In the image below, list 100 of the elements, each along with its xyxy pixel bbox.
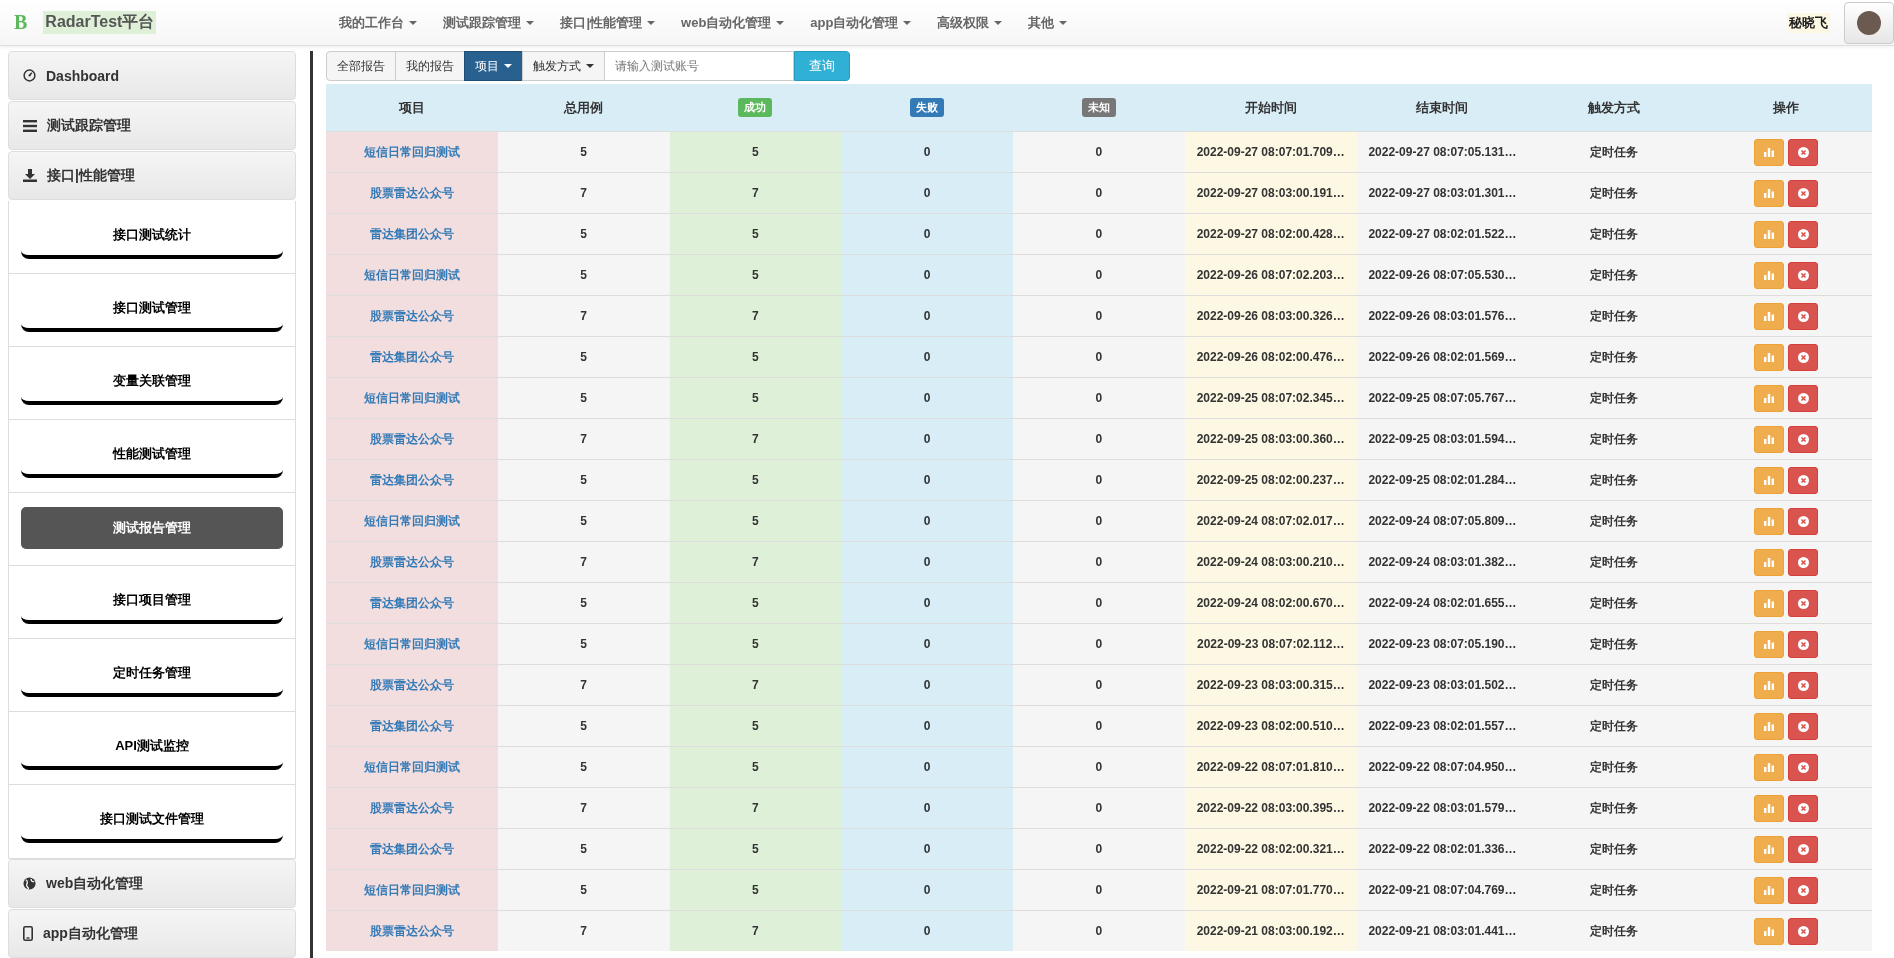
bar-chart-icon bbox=[1764, 885, 1775, 895]
table-cell: 7 bbox=[497, 910, 670, 951]
table-cell: 5 bbox=[669, 746, 842, 788]
table-cell: 5 bbox=[497, 869, 670, 911]
delete-button[interactable] bbox=[1788, 220, 1819, 248]
nav-menu-item[interactable]: app自动化管理 bbox=[797, 13, 925, 32]
table-cell: 0 bbox=[841, 869, 1014, 911]
avatar-button[interactable] bbox=[1844, 1, 1894, 44]
delete-button[interactable] bbox=[1788, 343, 1819, 371]
delete-button[interactable] bbox=[1788, 507, 1819, 535]
delete-button[interactable] bbox=[1788, 753, 1819, 781]
filter-dropdown[interactable]: 触发方式 bbox=[522, 51, 605, 81]
delete-button[interactable] bbox=[1788, 589, 1819, 617]
close-icon bbox=[1797, 597, 1809, 609]
project-link[interactable]: 雷达集团公众号 bbox=[369, 841, 454, 856]
table-cell: 7 bbox=[497, 541, 670, 583]
nav-menu-item[interactable]: web自动化管理 bbox=[668, 13, 798, 32]
sidebar-link[interactable]: 接口项目管理 bbox=[21, 580, 283, 624]
project-link[interactable]: 股票雷达公众号 bbox=[369, 308, 454, 323]
delete-button[interactable] bbox=[1788, 425, 1819, 453]
table-cell: 7 bbox=[669, 172, 842, 214]
delete-button[interactable] bbox=[1788, 179, 1819, 207]
delete-button[interactable] bbox=[1788, 466, 1819, 494]
table-cell: 5 bbox=[497, 623, 670, 665]
filter-dropdown[interactable]: 项目 bbox=[464, 51, 523, 81]
close-icon bbox=[1797, 392, 1809, 404]
table-cell: 0 bbox=[1013, 131, 1185, 173]
project-link[interactable]: 股票雷达公众号 bbox=[369, 431, 454, 446]
close-icon bbox=[1797, 187, 1809, 199]
table-cell: 2022-09-22 08:02:01.336… bbox=[1356, 828, 1529, 870]
table-cell: 7 bbox=[497, 172, 670, 214]
table-cell: 0 bbox=[1013, 377, 1185, 419]
table-cell: 5 bbox=[497, 459, 670, 501]
table-cell: 定时任务 bbox=[1528, 459, 1701, 501]
sidebar-link[interactable]: API测试监控 bbox=[21, 726, 283, 770]
list-icon bbox=[23, 119, 37, 132]
project-link[interactable]: 雷达集团公众号 bbox=[369, 349, 454, 364]
sidebar-group[interactable]: app自动化管理 bbox=[8, 909, 296, 958]
sidebar-group[interactable]: Dashboard bbox=[8, 51, 296, 100]
delete-button[interactable] bbox=[1788, 917, 1819, 945]
nav-menu-item[interactable]: 测试跟踪管理 bbox=[430, 13, 548, 32]
table-cell: 定时任务 bbox=[1528, 705, 1701, 747]
sidebar-link[interactable]: 变量关联管理 bbox=[21, 361, 283, 405]
sidebar-group[interactable]: 接口|性能管理 bbox=[8, 151, 296, 200]
sidebar-link[interactable]: 接口测试文件管理 bbox=[21, 799, 283, 843]
table-cell: 2022-09-25 08:03:00.360… bbox=[1184, 418, 1357, 460]
close-icon bbox=[1797, 433, 1809, 445]
project-link[interactable]: 股票雷达公众号 bbox=[369, 677, 454, 692]
sidebar-link[interactable]: 性能测试管理 bbox=[21, 434, 283, 478]
table-cell: 5 bbox=[669, 828, 842, 870]
delete-button[interactable] bbox=[1788, 876, 1819, 904]
filter-button[interactable]: 我的报告 bbox=[395, 51, 465, 81]
table-cell: 定时任务 bbox=[1528, 910, 1701, 951]
table-cell: 2022-09-27 08:03:01.301… bbox=[1356, 172, 1529, 214]
close-icon bbox=[1797, 843, 1809, 855]
sidebar-link[interactable]: 接口测试管理 bbox=[21, 288, 283, 332]
project-link[interactable]: 雷达集团公众号 bbox=[369, 718, 454, 733]
table-cell: 0 bbox=[841, 664, 1014, 706]
close-icon bbox=[1797, 925, 1809, 937]
nav-menu-item[interactable]: 高级权限 bbox=[924, 13, 1016, 32]
dashboard-gauge-icon bbox=[23, 69, 36, 82]
delete-button[interactable] bbox=[1788, 548, 1819, 576]
sidebar-group[interactable]: 测试跟踪管理 bbox=[8, 101, 296, 150]
project-link[interactable]: 雷达集团公众号 bbox=[369, 226, 454, 241]
delete-button[interactable] bbox=[1788, 794, 1819, 822]
project-link[interactable]: 股票雷达公众号 bbox=[369, 554, 454, 569]
search-field[interactable]: 请输入测试账号 bbox=[604, 51, 794, 81]
sidebar-link[interactable]: 测试报告管理 bbox=[21, 507, 283, 549]
sidebar-link[interactable]: 定时任务管理 bbox=[21, 653, 283, 697]
nav-menu-item[interactable]: 其他 bbox=[1015, 13, 1081, 32]
filter-button[interactable]: 全部报告 bbox=[326, 51, 396, 81]
delete-button[interactable] bbox=[1788, 138, 1819, 166]
nav-menu-item[interactable]: 我的工作台 bbox=[326, 13, 431, 32]
brand-name[interactable]: RadarTest平台 bbox=[43, 11, 157, 34]
sidebar-group[interactable]: web自动化管理 bbox=[8, 859, 296, 908]
table-cell: 0 bbox=[1013, 910, 1185, 951]
delete-button[interactable] bbox=[1788, 384, 1819, 412]
project-link[interactable]: 股票雷达公众号 bbox=[369, 800, 454, 815]
table-cell: 定时任务 bbox=[1528, 582, 1701, 624]
sidebar-link[interactable]: 接口测试统计 bbox=[21, 215, 283, 259]
close-icon bbox=[1797, 474, 1809, 486]
nav-menu-item[interactable]: 接口|性能管理 bbox=[547, 13, 669, 32]
delete-button[interactable] bbox=[1788, 302, 1819, 330]
bar-chart-icon bbox=[1764, 311, 1775, 321]
delete-button[interactable] bbox=[1788, 261, 1819, 289]
project-link[interactable]: 股票雷达公众号 bbox=[369, 185, 454, 200]
table-cell: 2022-09-27 08:07:01.709… bbox=[1184, 131, 1357, 173]
delete-button[interactable] bbox=[1788, 671, 1819, 699]
project-link[interactable]: 股票雷达公众号 bbox=[369, 923, 454, 938]
bar-chart-icon bbox=[1764, 475, 1775, 485]
project-link[interactable]: 雷达集团公众号 bbox=[369, 595, 454, 610]
table-cell: 2022-09-23 08:02:01.557… bbox=[1356, 705, 1529, 747]
table-cell: 0 bbox=[1013, 459, 1185, 501]
table-cell: 定时任务 bbox=[1528, 623, 1701, 665]
table-cell: 2022-09-24 08:07:05.809… bbox=[1356, 500, 1529, 542]
table-cell: 0 bbox=[1013, 336, 1185, 378]
delete-button[interactable] bbox=[1788, 712, 1819, 740]
delete-button[interactable] bbox=[1788, 835, 1819, 863]
delete-button[interactable] bbox=[1788, 630, 1819, 658]
project-link[interactable]: 雷达集团公众号 bbox=[369, 472, 454, 487]
